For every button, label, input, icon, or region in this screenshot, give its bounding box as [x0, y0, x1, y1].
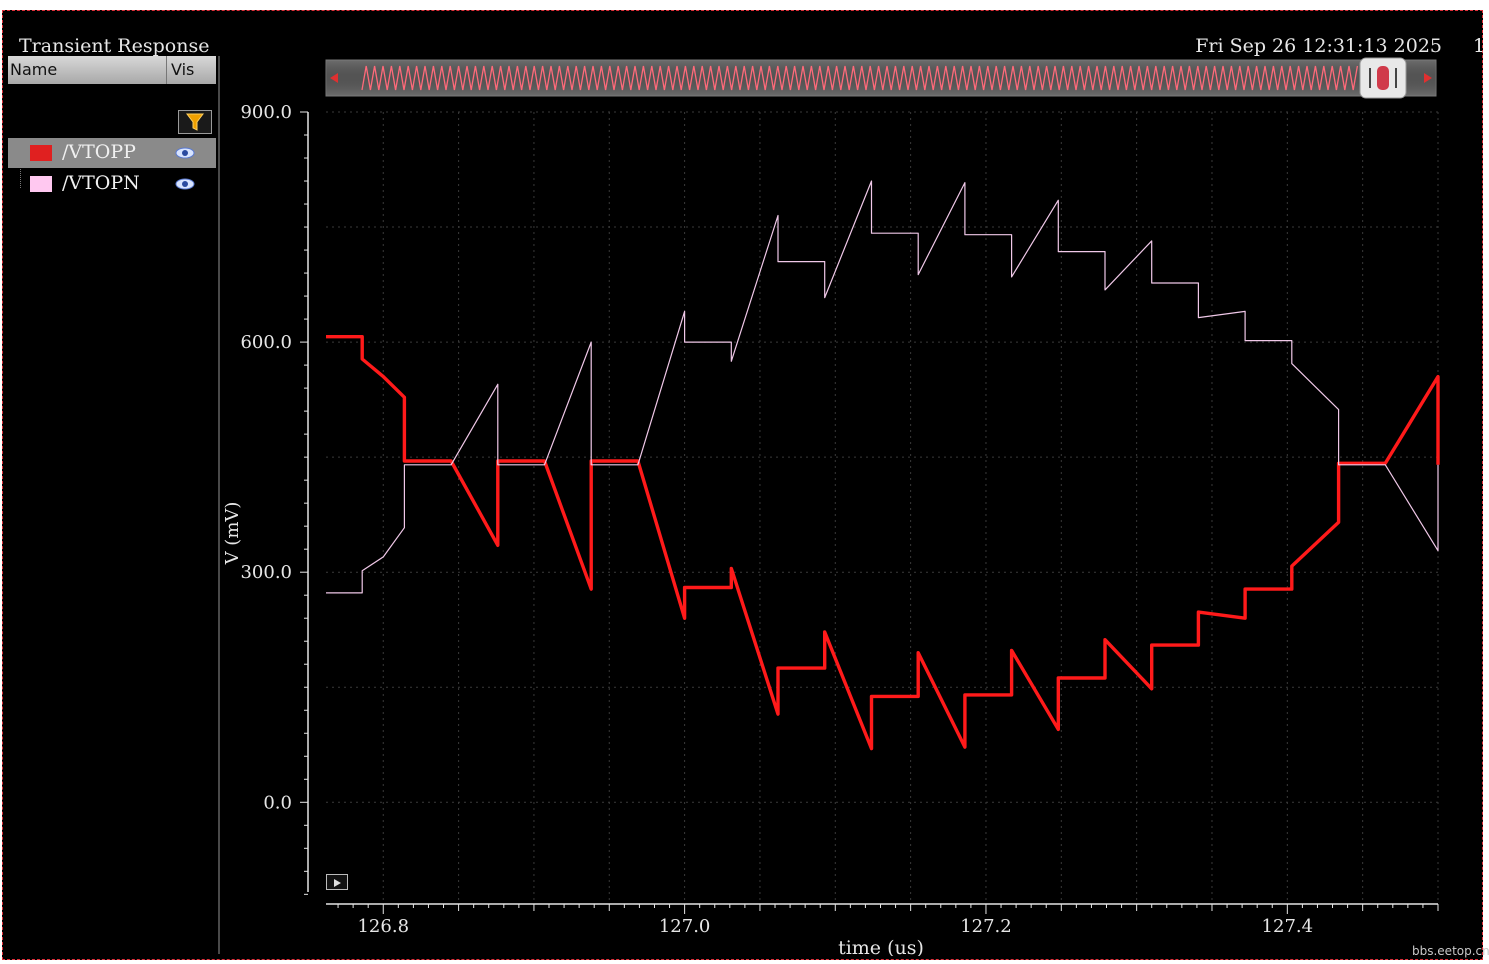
filter-button[interactable]: [178, 110, 212, 134]
y-tick-label: 900.0: [240, 102, 292, 123]
x-tick-label: 127.0: [659, 916, 711, 937]
overview-scrollbar[interactable]: [325, 57, 1437, 99]
legend-item-vtopn[interactable]: /VTOPN: [8, 169, 216, 199]
timestamp: Fri Sep 26 12:31:13 2025: [1195, 35, 1442, 57]
color-swatch: [30, 145, 52, 161]
x-tick-label: 127.2: [960, 916, 1012, 937]
play-button[interactable]: [326, 874, 348, 890]
play-icon: [334, 879, 341, 887]
page-number: 1: [1473, 35, 1486, 57]
legend-panel: Name Vis /VTOPP /VTOPN: [8, 56, 220, 954]
legend-item-label: /VTOPN: [62, 172, 140, 194]
visibility-eye-icon[interactable]: [174, 176, 196, 192]
y-tick-label: 300.0: [240, 562, 292, 583]
column-vis-header[interactable]: Vis: [166, 56, 194, 84]
series-line-vtopp[interactable]: [326, 335, 1440, 751]
grid: [326, 111, 1439, 902]
watermark: bbs.eetop.cn: [1412, 944, 1489, 958]
filter-icon: [186, 113, 204, 131]
axes: 900.0 600.0 300.0 0.0 126.8 127.0 127.2 127.4: [240, 102, 1439, 937]
legend-header: Name Vis: [8, 56, 216, 84]
x-tick-label: 127.4: [1262, 916, 1314, 937]
x-axis-label: time (us): [838, 937, 924, 956]
series-group: [326, 180, 1440, 751]
series-line-vtopn[interactable]: [326, 180, 1439, 594]
color-swatch: [30, 176, 52, 192]
waveform-chart[interactable]: 900.0 600.0 300.0 0.0 126.8 127.0 127.2 127.4 t…: [222, 56, 1482, 956]
visibility-eye-icon[interactable]: [174, 145, 196, 161]
y-axis-label: V (mV): [222, 502, 243, 566]
x-tick-label: 126.8: [357, 916, 409, 937]
legend-item-label: /VTOPP: [62, 141, 136, 163]
column-name-header[interactable]: Name: [10, 60, 57, 79]
y-tick-label: 0.0: [263, 792, 292, 813]
window-title: Transient Response: [19, 35, 210, 57]
y-tick-label: 600.0: [240, 332, 292, 353]
legend-item-vtopp[interactable]: /VTOPP: [8, 138, 216, 168]
